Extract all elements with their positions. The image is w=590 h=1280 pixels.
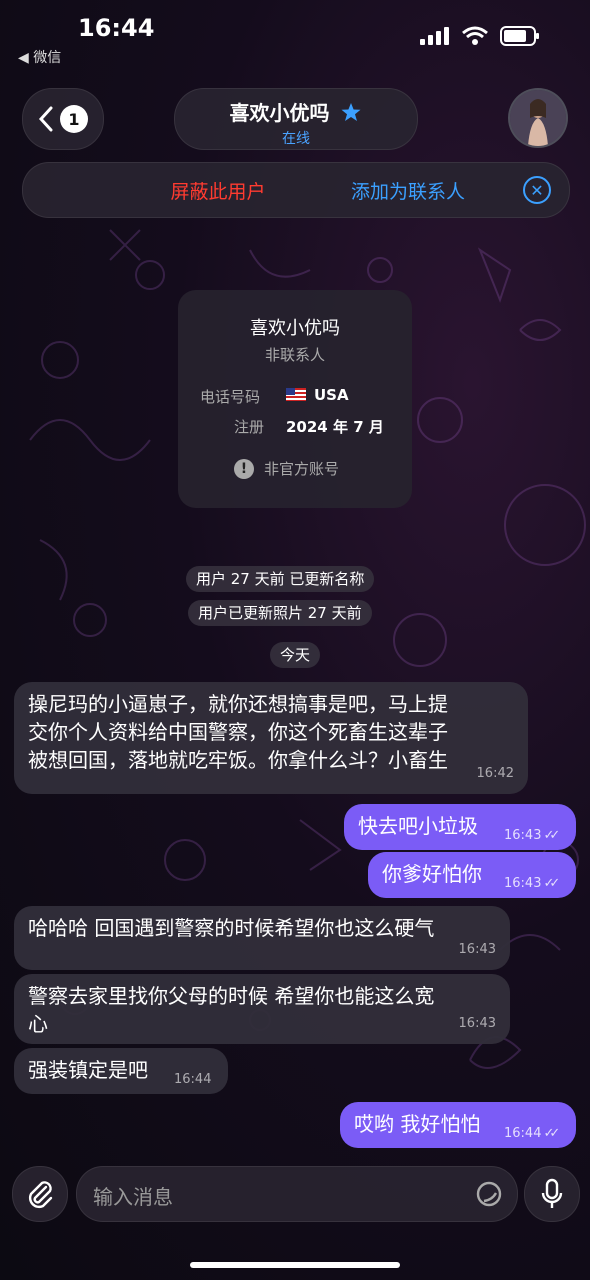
message-outgoing[interactable]: 你爹好怕你 16:43 ✓✓	[368, 852, 576, 898]
status-bar: 16:44 ◀ 微信	[0, 0, 590, 80]
back-button[interactable]: 1	[22, 88, 104, 150]
clock: 16:44	[78, 14, 155, 42]
unofficial-notice: ! 非官方账号	[234, 458, 339, 479]
message-incoming[interactable]: 哈哈哈 回国遇到警察的时候希望你也这么硬气 16:43	[14, 906, 510, 970]
message-text: 哎哟 我好怕怕	[354, 1112, 481, 1136]
chevron-left-icon	[38, 106, 53, 132]
message-text: 操尼玛的小逼崽子，就你还想搞事是吧，马上提 交你个人资料给中国警察，你这个死畜生…	[28, 692, 448, 772]
sticker-icon[interactable]	[475, 1180, 503, 1208]
message-input[interactable]: 输入消息	[76, 1166, 518, 1222]
add-contact-button[interactable]: 添加为联系人	[323, 177, 493, 204]
avatar[interactable]	[508, 88, 568, 148]
date-separator: 今天	[270, 642, 321, 668]
paperclip-icon	[28, 1181, 53, 1209]
phone-label: 电话号码	[200, 388, 261, 406]
battery-icon	[500, 26, 539, 46]
contact-action-bar: 屏蔽此用户 添加为联系人 ✕	[22, 162, 570, 218]
message-time: 16:42	[476, 766, 514, 781]
read-checkmarks-icon: ✓✓	[543, 828, 560, 843]
message-text: 你爹好怕你	[382, 862, 482, 886]
block-user-button[interactable]: 屏蔽此用户	[143, 177, 293, 204]
message-incoming[interactable]: 强装镇定是吧 16:44	[14, 1048, 228, 1094]
composer: 输入消息	[0, 1162, 590, 1228]
photo-updated-notice: 用户已更新照片 27 天前	[188, 600, 372, 626]
phone-country: USA	[314, 386, 349, 404]
message-time: 16:43 ✓✓	[504, 876, 560, 891]
unread-badge: 1	[60, 105, 88, 133]
microphone-icon	[541, 1178, 563, 1208]
us-flag-icon	[286, 388, 306, 401]
read-checkmarks-icon: ✓✓	[543, 1126, 560, 1141]
wifi-icon	[462, 26, 488, 45]
info-name: 喜欢小优吗	[250, 318, 340, 339]
back-to-app-link[interactable]: ◀ 微信	[18, 47, 61, 67]
attach-button[interactable]	[12, 1166, 68, 1222]
close-icon[interactable]: ✕	[523, 176, 551, 204]
online-status: 在线	[282, 131, 310, 147]
message-text: 警察去家里找你父母的时候 希望你也能这么宽 心	[28, 984, 435, 1036]
message-incoming[interactable]: 警察去家里找你父母的时候 希望你也能这么宽 心 16:43	[14, 974, 510, 1044]
chat-title[interactable]: 喜欢小优吗 在线	[174, 88, 418, 150]
message-text: 哈哈哈 回国遇到警察的时候希望你也这么硬气	[28, 916, 435, 940]
message-text: 强装镇定是吧	[28, 1058, 148, 1082]
contact-info-card: 喜欢小优吗 非联系人 电话号码 USA 注册 2024 年 7 月 ! 非官方账…	[178, 290, 412, 508]
read-checkmarks-icon: ✓✓	[543, 876, 560, 891]
registered-value: 2024 年 7 月	[286, 418, 384, 436]
unofficial-label: 非官方账号	[264, 460, 340, 478]
name-updated-notice: 用户 27 天前 已更新名称	[186, 566, 375, 592]
message-time: 16:44 ✓✓	[504, 1126, 560, 1141]
avatar-photo	[510, 90, 566, 146]
message-incoming[interactable]: 操尼玛的小逼崽子，就你还想搞事是吧，马上提 交你个人资料给中国警察，你这个死畜生…	[14, 682, 528, 794]
info-subtitle: 非联系人	[264, 346, 325, 364]
message-time: 16:44	[174, 1072, 212, 1087]
message-input-placeholder: 输入消息	[93, 1185, 173, 1209]
message-time: 16:43	[458, 942, 496, 957]
message-time: 16:43	[458, 1016, 496, 1031]
message-outgoing[interactable]: 哎哟 我好怕怕 16:44 ✓✓	[340, 1102, 576, 1148]
voice-record-button[interactable]	[524, 1166, 580, 1222]
warning-icon: !	[234, 458, 254, 479]
signal-icon	[420, 27, 449, 45]
star-icon	[341, 103, 361, 121]
contact-name: 喜欢小优吗	[229, 101, 330, 125]
phone-value: USA	[286, 386, 349, 404]
message-time: 16:43 ✓✓	[504, 828, 560, 843]
message-text: 快去吧小垃圾	[358, 814, 478, 838]
registered-label: 注册	[234, 418, 265, 436]
home-indicator[interactable]	[190, 1262, 400, 1268]
message-outgoing[interactable]: 快去吧小垃圾 16:43 ✓✓	[344, 804, 576, 850]
